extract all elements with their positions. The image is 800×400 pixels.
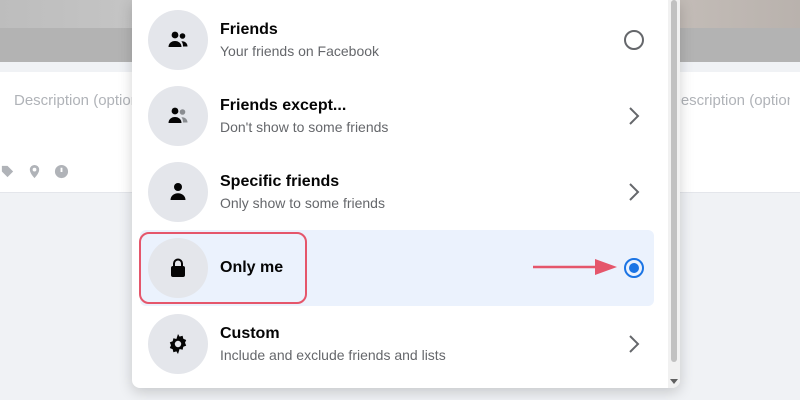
option-custom[interactable]: Custom Include and exclude friends and l… (140, 306, 654, 382)
option-subtitle: Don't show to some friends (220, 119, 389, 135)
background-description-left: Description (optional) (14, 92, 134, 109)
option-subtitle: Include and exclude friends and lists (220, 347, 446, 363)
scroll-down-arrow-icon[interactable] (670, 379, 678, 384)
annotation-highlight-box (139, 232, 307, 304)
tag-icon[interactable] (0, 164, 15, 179)
background-toolbar (0, 164, 69, 179)
radio-empty-icon (624, 30, 644, 50)
radio-selected-icon (624, 258, 644, 278)
gear-icon (148, 314, 208, 374)
chevron-right-icon[interactable] (622, 180, 646, 204)
option-subtitle: Only show to some friends (220, 195, 385, 211)
dropdown-scrollbar[interactable] (668, 0, 680, 388)
option-subtitle: Your friends on Facebook (220, 43, 380, 59)
option-title: Friends (220, 21, 278, 38)
option-friends-except[interactable]: Friends except... Don't show to some fri… (140, 78, 654, 154)
radio-button-friends[interactable] (622, 28, 646, 52)
background-description-right: Description (optional) (670, 92, 790, 109)
option-title: Custom (220, 325, 280, 342)
person-icon (148, 162, 208, 222)
privacy-dropdown: Friends Your friends on Facebook Friends… (132, 0, 680, 388)
scrollbar-thumb[interactable] (671, 0, 677, 362)
chevron-right-icon[interactable] (622, 332, 646, 356)
option-friends[interactable]: Friends Your friends on Facebook (140, 2, 654, 78)
friends-icon (148, 10, 208, 70)
option-title: Specific friends (220, 173, 340, 190)
radio-button-only-me[interactable] (622, 256, 646, 280)
friends-except-icon (148, 86, 208, 146)
location-icon[interactable] (27, 164, 42, 179)
chevron-right-icon[interactable] (622, 104, 646, 128)
option-title: Friends except... (220, 97, 347, 114)
option-specific-friends[interactable]: Specific friends Only show to some frien… (140, 154, 654, 230)
clock-icon[interactable] (54, 164, 69, 179)
annotation-arrow-icon (533, 259, 617, 275)
